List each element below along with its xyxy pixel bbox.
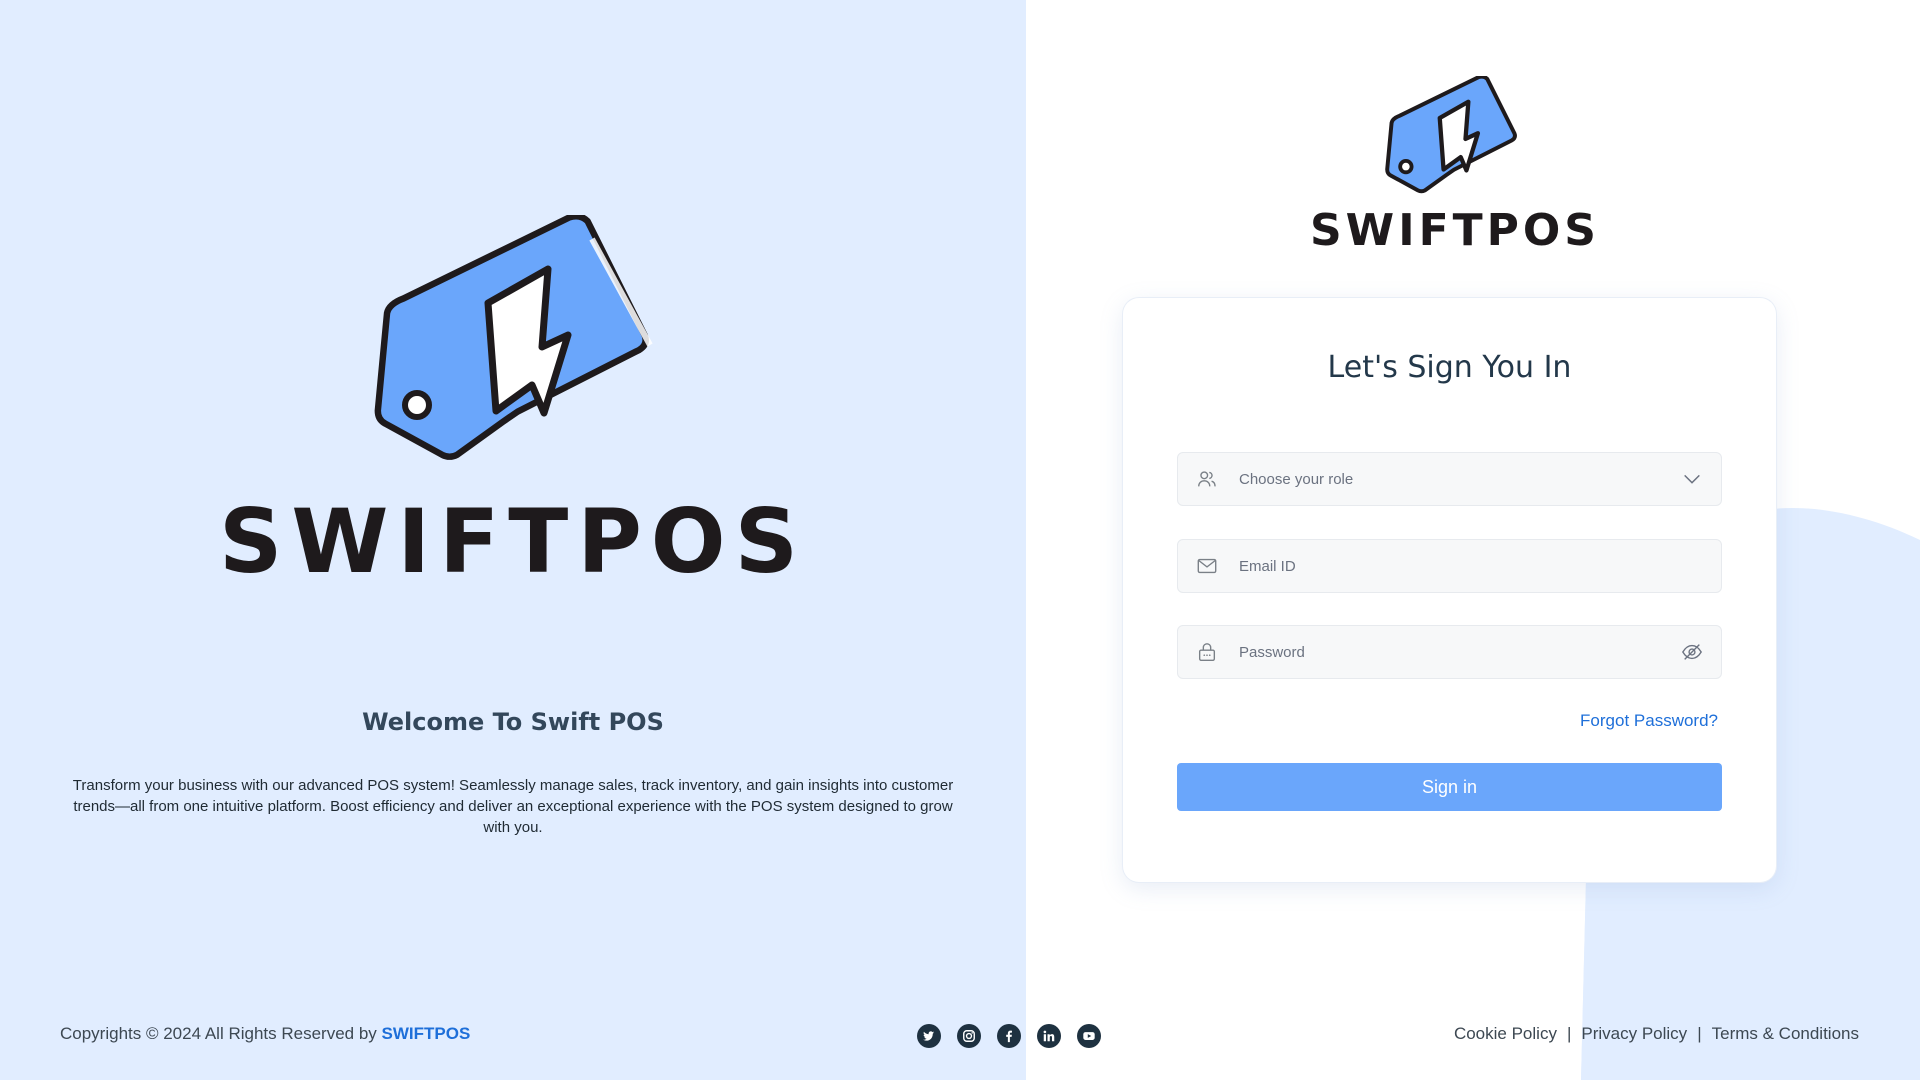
sign-in-button[interactable]: Sign in bbox=[1177, 763, 1722, 811]
footer-separator: | bbox=[1566, 1024, 1572, 1043]
facebook-icon[interactable] bbox=[997, 1024, 1021, 1048]
password-input[interactable] bbox=[1239, 643, 1681, 661]
mail-icon bbox=[1197, 558, 1217, 574]
copyright-prefix: Copyrights © 2024 All Rights Reserved by bbox=[60, 1024, 377, 1043]
linkedin-icon[interactable] bbox=[1037, 1024, 1061, 1048]
password-field[interactable] bbox=[1177, 625, 1722, 679]
footer-links: Cookie Policy | Privacy Policy | Terms &… bbox=[1454, 1024, 1859, 1044]
instagram-icon[interactable] bbox=[957, 1024, 981, 1048]
role-select-placeholder: Choose your role bbox=[1239, 470, 1354, 488]
email-input[interactable] bbox=[1239, 557, 1703, 575]
privacy-policy-link[interactable]: Privacy Policy bbox=[1581, 1024, 1687, 1044]
swiftpos-logo-small bbox=[1385, 76, 1517, 194]
email-field[interactable] bbox=[1177, 539, 1722, 593]
forgot-password-link[interactable]: Forgot Password? bbox=[1580, 711, 1718, 731]
social-links bbox=[917, 1024, 1101, 1048]
chevron-down-icon[interactable] bbox=[1681, 468, 1703, 490]
login-card: Let's Sign You In Choose your role Email… bbox=[1123, 298, 1776, 882]
users-icon bbox=[1198, 471, 1216, 487]
copyright-text: Copyrights © 2024 All Rights Reserved by… bbox=[60, 1024, 470, 1044]
login-title: Let's Sign You In bbox=[1327, 350, 1572, 385]
welcome-title: Welcome To Swift POS bbox=[362, 708, 664, 736]
welcome-description: Transform your business with our advance… bbox=[72, 777, 954, 836]
footer-separator: | bbox=[1697, 1024, 1702, 1043]
terms-conditions-link[interactable]: Terms & Conditions bbox=[1712, 1024, 1859, 1044]
youtube-icon[interactable] bbox=[1077, 1024, 1101, 1048]
role-select[interactable]: Choose your role bbox=[1177, 452, 1722, 506]
brand-wordmark-large: SWIFTPOS bbox=[218, 490, 807, 593]
brand-wordmark-small: SWIFTPOS bbox=[1309, 205, 1600, 256]
lock-icon bbox=[1198, 643, 1216, 661]
cookie-policy-link[interactable]: Cookie Policy bbox=[1454, 1024, 1557, 1044]
twitter-icon[interactable] bbox=[917, 1024, 941, 1048]
copyright-brand-link[interactable]: SWIFTPOS bbox=[382, 1024, 471, 1043]
swiftpos-logo-large bbox=[374, 215, 653, 460]
eye-off-icon[interactable] bbox=[1681, 641, 1703, 663]
